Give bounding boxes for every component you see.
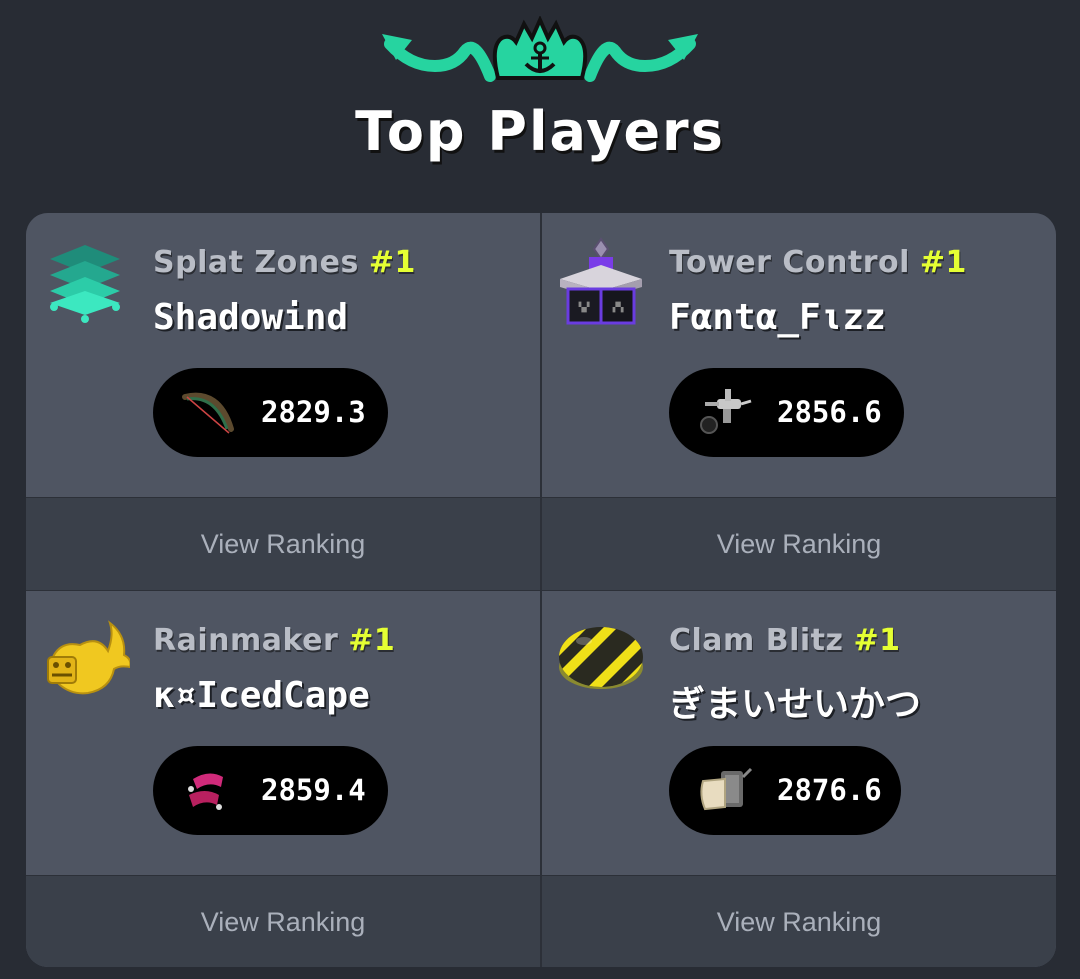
- x-power-value: 2859.4: [261, 773, 366, 807]
- mode-card-clam-blitz: Clam Blitz #1 ぎまいせいかつ 2876.6 View Ranking: [542, 591, 1056, 967]
- mode-title: Clam Blitz #1: [669, 623, 901, 658]
- rank-badge: #1: [919, 245, 967, 280]
- rank-badge: #1: [368, 245, 416, 280]
- airbrush-weapon-icon: [700, 389, 752, 434]
- page-title: Top Players: [355, 100, 725, 163]
- player-name[interactable]: Fαntα_Fιzz: [669, 297, 886, 338]
- header: Top Players: [0, 0, 1080, 200]
- x-power-value: 2856.6: [777, 395, 882, 429]
- mode-title: Tower Control #1: [669, 245, 967, 280]
- mode-title: Splat Zones #1: [153, 245, 416, 280]
- mode-title: Rainmaker #1: [153, 623, 395, 658]
- power-pill: 2829.3: [153, 368, 388, 457]
- mode-name: Splat Zones: [153, 245, 359, 280]
- view-ranking-button[interactable]: View Ranking: [26, 497, 540, 591]
- view-ranking-button[interactable]: View Ranking: [542, 875, 1056, 967]
- mode-name: Tower Control: [669, 245, 910, 280]
- mode-card-tower-control: ▚▞ ▞▚ Tower Control #1 Fαntα_Fιzz 2856.6 …: [542, 213, 1056, 591]
- clam-blitz-icon: [559, 627, 643, 689]
- dualies-weapon-icon: [188, 773, 223, 810]
- view-ranking-button[interactable]: View Ranking: [542, 497, 1056, 591]
- svg-text:▞▚: ▞▚: [612, 301, 624, 313]
- view-ranking-button[interactable]: View Ranking: [26, 875, 540, 967]
- x-power-value: 2829.3: [261, 395, 366, 429]
- x-power-value: 2876.6: [777, 773, 882, 807]
- tower-control-icon: ▚▞ ▞▚: [560, 237, 642, 325]
- rank-badge: #1: [853, 623, 901, 658]
- power-pill: 2876.6: [669, 746, 901, 835]
- bow-weapon-icon: [182, 392, 234, 434]
- card-body: Clam Blitz #1 ぎまいせいかつ 2876.6: [542, 591, 1056, 875]
- card-body: Rainmaker #1 κ¤IcedCape 2859.4: [26, 591, 540, 875]
- splat-zones-icon: [50, 245, 120, 323]
- roller-weapon-icon: [700, 767, 753, 811]
- rainmaker-icon: [47, 620, 130, 695]
- card-body: ▚▞ ▞▚ Tower Control #1 Fαntα_Fιzz 2856.6: [542, 213, 1056, 497]
- horizontal-divider: [26, 590, 1056, 591]
- mode-card-splat-zones: Splat Zones #1 Shadowind 2829.3 View Rank…: [26, 213, 540, 591]
- mode-card-rainmaker: Rainmaker #1 κ¤IcedCape 2859.4 View Ranki…: [26, 591, 540, 967]
- power-pill: 2859.4: [153, 746, 388, 835]
- player-name[interactable]: κ¤IcedCape: [153, 675, 370, 716]
- mode-name: Clam Blitz: [669, 623, 844, 658]
- svg-text:▚▞: ▚▞: [578, 301, 590, 313]
- splatoon-anchor-crown-emblem-icon: [382, 16, 698, 82]
- rank-badge: #1: [348, 623, 396, 658]
- mode-name: Rainmaker: [153, 623, 339, 658]
- player-name[interactable]: ぎまいせいかつ: [669, 675, 921, 727]
- player-name[interactable]: Shadowind: [153, 297, 348, 338]
- card-body: Splat Zones #1 Shadowind 2829.3: [26, 213, 540, 497]
- power-pill: 2856.6: [669, 368, 904, 457]
- top-players-board: Splat Zones #1 Shadowind 2829.3 View Rank…: [26, 213, 1056, 967]
